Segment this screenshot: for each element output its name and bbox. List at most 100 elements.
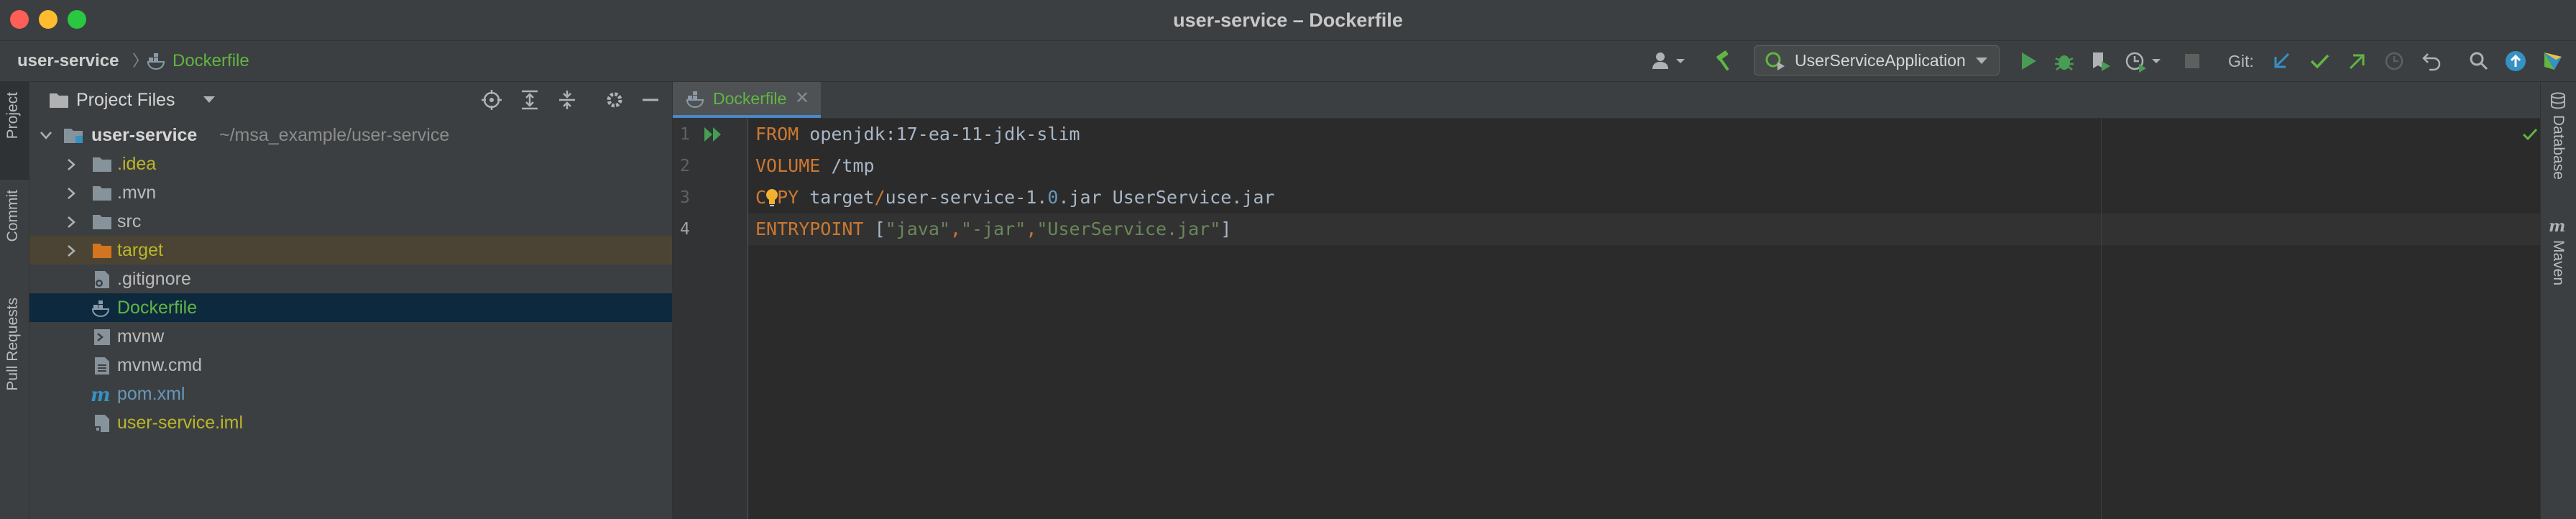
tree-item-mvnw-cmd[interactable]: mvnw.cmd <box>29 351 672 380</box>
tool-window-maven[interactable]: m Maven <box>2541 214 2576 300</box>
string-literal: "-jar" <box>961 219 1026 239</box>
user-dropdown-icon[interactable] <box>1650 50 1689 73</box>
hammer-icon[interactable] <box>1714 50 1736 73</box>
title-bar: user-service – Dockerfile <box>0 0 2576 41</box>
keyword: ENTRYPOINT <box>755 219 864 239</box>
tree-item-label: target <box>117 240 163 260</box>
project-view-selector[interactable]: Project Files <box>76 82 175 118</box>
line-number: 2 <box>680 157 690 175</box>
code-line[interactable]: C PY target/user-service-1.0.jar UserServ… <box>755 182 1274 213</box>
breadcrumb-separator: 〉 <box>132 52 149 70</box>
editor-gutter: 1 2 3 4 <box>673 119 748 519</box>
chevron-down-icon[interactable] <box>40 129 52 141</box>
dockerfile-icon <box>686 89 706 109</box>
folder-icon <box>48 91 70 109</box>
tool-window-database[interactable]: Database <box>2541 89 2576 204</box>
iml-file-icon <box>93 413 111 433</box>
stop-icon[interactable] <box>2182 50 2202 73</box>
breadcrumb-project[interactable]: user-service <box>17 41 119 81</box>
tool-window-project-label: Project <box>4 92 21 139</box>
folder-icon <box>91 212 113 231</box>
string-literal: "java" <box>885 219 950 239</box>
hide-icon[interactable] <box>640 89 661 111</box>
breadcrumb-file[interactable]: Dockerfile <box>172 41 249 81</box>
chevron-down-icon <box>1974 56 1989 66</box>
tree-item-dockerfile[interactable]: Dockerfile <box>29 293 672 322</box>
code-line[interactable]: VOLUME /tmp <box>755 150 875 182</box>
search-icon[interactable] <box>2468 50 2490 73</box>
project-panel-header: Project Files <box>29 82 672 118</box>
git-update-icon[interactable] <box>2271 50 2293 73</box>
line-number: 1 <box>680 125 690 144</box>
folder-icon <box>91 155 113 173</box>
run-configuration-label: UserServiceApplication <box>1795 51 1966 70</box>
keyword: VOLUME <box>755 155 821 176</box>
tree-item-user-service-iml[interactable]: user-service.iml <box>29 408 672 437</box>
tool-window-database-label: Database <box>2550 115 2567 180</box>
navigation-toolbar: user-service 〉 Dockerfile UserServiceApp… <box>0 41 2576 82</box>
git-commit-icon[interactable] <box>2309 50 2330 73</box>
close-icon[interactable]: ✕ <box>795 82 809 115</box>
locate-icon[interactable] <box>481 89 502 111</box>
chevron-right-icon[interactable] <box>65 216 77 229</box>
chevron-right-icon[interactable] <box>65 244 77 257</box>
maven-icon: m <box>90 385 113 405</box>
tool-window-maven-label: Maven <box>2550 240 2567 286</box>
history-icon[interactable] <box>2383 50 2405 73</box>
tree-item-label: pom.xml <box>117 384 185 404</box>
shell-script-icon <box>93 327 111 347</box>
profile-icon[interactable] <box>2125 50 2163 73</box>
debug-icon[interactable] <box>2053 50 2076 73</box>
code-editor[interactable]: FROM openjdk:17-ea-11-jdk-slim VOLUME /t… <box>748 119 2540 519</box>
tree-item-mvn[interactable]: .mvn <box>29 178 672 207</box>
run-icon[interactable] <box>2018 50 2038 73</box>
code-text: .jar UserService.jar <box>1058 187 1275 208</box>
git-push-icon[interactable] <box>2346 50 2368 73</box>
code-text: openjdk:17-ea-11-jdk-slim <box>799 124 1080 144</box>
coverage-icon[interactable] <box>2089 50 2112 73</box>
tree-item-gitignore[interactable]: .gitignore <box>29 265 672 293</box>
code-text: /tmp <box>820 155 875 176</box>
rerun-icon[interactable] <box>703 124 724 144</box>
tree-item-pom-xml[interactable]: m pom.xml <box>29 380 672 408</box>
code-text: user-service-1. <box>885 187 1048 208</box>
text-file-icon <box>93 356 111 376</box>
chevron-down-icon[interactable] <box>202 95 216 105</box>
database-icon <box>2549 92 2567 109</box>
line-number: 4 <box>680 220 690 239</box>
rollback-icon[interactable] <box>2421 50 2442 73</box>
tree-item-user-service[interactable]: user-service ~/msa_example/user-service <box>29 121 672 150</box>
gear-icon[interactable] <box>604 89 625 111</box>
tool-window-project[interactable]: Project <box>0 82 29 180</box>
tree-item-mvnw[interactable]: mvnw <box>29 322 672 351</box>
code-text: target <box>799 187 875 208</box>
tab-dockerfile[interactable]: Dockerfile ✕ <box>673 82 821 118</box>
keyword-part: PY <box>777 187 799 208</box>
dockerfile-icon <box>91 298 113 318</box>
path-separator: / <box>874 187 886 208</box>
tree-item-idea[interactable]: .idea <box>29 150 672 178</box>
upload-icon[interactable] <box>2504 50 2527 73</box>
run-configuration-selector[interactable]: UserServiceApplication <box>1754 45 2000 75</box>
tool-window-pull-requests-label: Pull Requests <box>4 298 21 391</box>
tree-item-target[interactable]: target <box>29 236 672 265</box>
code-line[interactable]: FROM openjdk:17-ea-11-jdk-slim <box>755 119 1080 150</box>
chevron-right-icon[interactable] <box>65 187 77 200</box>
tree-item-label: user-service <box>91 125 198 145</box>
left-tool-window-stripe: Project Commit Pull Requests <box>0 82 29 519</box>
tree-item-label: mvnw.cmd <box>117 355 203 375</box>
dockerfile-icon <box>147 51 167 71</box>
expand-all-icon[interactable] <box>519 89 540 111</box>
code-line[interactable]: ENTRYPOINT ["java","-jar","UserService.j… <box>755 213 1231 245</box>
tool-window-commit[interactable]: Commit <box>0 190 29 285</box>
jetbrains-icon[interactable] <box>2542 50 2564 73</box>
check-icon[interactable] <box>2522 127 2538 142</box>
tool-window-pull-requests[interactable]: Pull Requests <box>0 298 29 456</box>
tree-item-label: src <box>117 211 142 231</box>
bulb-icon[interactable] <box>766 182 778 213</box>
comma: , <box>1026 219 1037 239</box>
line-number: 3 <box>680 188 690 207</box>
tree-item-src[interactable]: src <box>29 207 672 236</box>
collapse-all-icon[interactable] <box>556 89 578 111</box>
chevron-right-icon[interactable] <box>65 158 77 171</box>
